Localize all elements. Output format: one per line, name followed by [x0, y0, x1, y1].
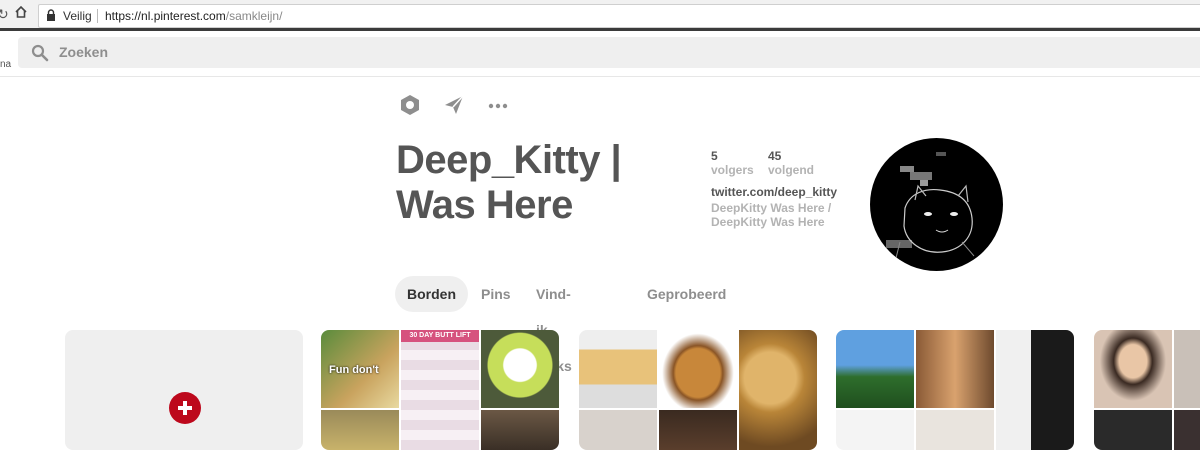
followers-stat[interactable]: 5 volgers — [711, 149, 754, 177]
board-image-text: Fun don't — [329, 364, 379, 376]
profile-website-link[interactable]: twitter.com/deep_kitty — [711, 185, 837, 199]
lock-icon — [47, 9, 55, 21]
board-thumb-image — [739, 330, 817, 450]
board-cover-image — [836, 330, 914, 408]
board-thumb-image — [659, 410, 737, 450]
board-thumb-image — [659, 330, 737, 408]
home-icon[interactable] — [14, 5, 28, 22]
following-count: 45 — [768, 149, 782, 163]
search-placeholder: Zoeken — [59, 44, 109, 60]
create-board-card[interactable] — [65, 330, 303, 450]
address-separator — [97, 9, 98, 23]
following-stat[interactable]: 45 volgend — [768, 149, 814, 177]
followers-count: 5 — [711, 149, 718, 163]
search-icon — [31, 44, 49, 62]
board-cover-image — [579, 330, 657, 408]
profile-description: DeepKitty Was Here / DeepKitty Was Here — [711, 201, 832, 229]
search-input[interactable]: Zoeken — [18, 37, 1200, 68]
tab-label: Geprobeerd — [647, 286, 727, 302]
poster-title: 30 DAY BUTT LIFT — [401, 330, 479, 342]
board-card[interactable] — [836, 330, 1074, 450]
url-path: /samkleijn/ — [225, 9, 283, 23]
url-text[interactable]: https://nl.pinterest.com/samkleijn/ — [105, 9, 282, 23]
board-thumb-image — [836, 410, 914, 450]
avatar — [870, 138, 1003, 271]
board-thumb-image — [1174, 410, 1200, 450]
board-thumb-image — [481, 330, 559, 408]
tab-geprobeerd[interactable]: Geprobeerd — [647, 276, 726, 312]
secure-label: Veilig — [63, 9, 92, 23]
url-host: https://nl.pinterest.com — [105, 9, 226, 23]
board-thumb-image — [996, 330, 1074, 450]
board-thumb-image — [481, 410, 559, 450]
browser-toolbar: ↻ Veilig https://nl.pinterest.com/samkle… — [0, 0, 1200, 31]
send-icon[interactable] — [443, 94, 465, 121]
settings-icon[interactable] — [399, 94, 421, 121]
more-icon[interactable] — [487, 94, 509, 121]
board-thumb-image — [916, 330, 994, 408]
following-label: volgend — [768, 163, 815, 177]
board-cover-image — [1094, 330, 1172, 408]
profile-name: Deep_Kitty | Was Here — [396, 138, 622, 227]
board-card[interactable] — [1094, 330, 1200, 450]
plus-icon[interactable] — [169, 392, 201, 424]
board-thumb-image — [916, 410, 994, 450]
tab-pins[interactable]: Pins — [481, 276, 511, 312]
board-thumb-image — [579, 410, 657, 450]
followers-label: volgers — [711, 163, 754, 177]
header-cut-text: na — [0, 59, 12, 70]
board-thumb-image — [1174, 330, 1200, 408]
site-header: na Zoeken — [0, 31, 1200, 77]
board-thumb-image — [1094, 410, 1172, 450]
address-bar[interactable]: Veilig https://nl.pinterest.com/samkleij… — [38, 4, 1200, 28]
board-cover-image: Fun don't — [321, 330, 399, 408]
board-thumb-image — [321, 410, 399, 450]
avatar-image — [886, 152, 975, 259]
reload-icon[interactable]: ↻ — [0, 6, 9, 23]
board-poster-image: 30 DAY BUTT LIFT — [401, 330, 479, 450]
tab-vind-ik-leuks[interactable]: Vind-ik-leuks — [536, 276, 572, 374]
tab-label: Borden — [407, 286, 456, 302]
board-card[interactable]: Fun don't 30 DAY BUTT LIFT — [321, 330, 559, 450]
tab-borden[interactable]: Borden — [395, 276, 468, 312]
board-card[interactable] — [579, 330, 817, 450]
tab-label: Pins — [481, 286, 511, 302]
